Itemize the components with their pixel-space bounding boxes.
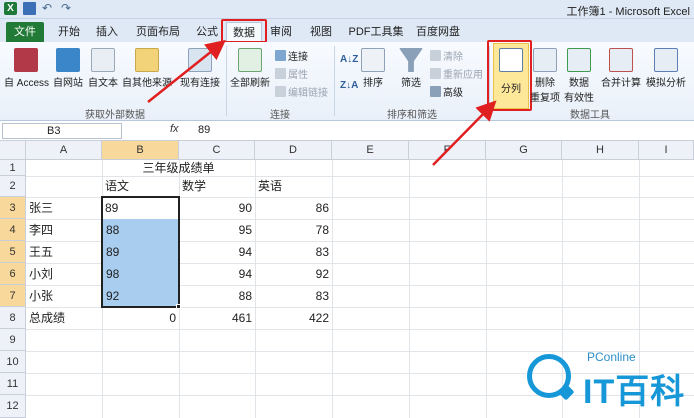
arrow-to-text-to-columns — [432, 100, 497, 166]
watermark-brand: PConline — [587, 350, 636, 364]
arrow-to-data-tab — [147, 39, 226, 103]
watermark-title: IT百科 — [583, 373, 686, 411]
pconline-watermark: PConline IT百科 — [527, 350, 687, 411]
